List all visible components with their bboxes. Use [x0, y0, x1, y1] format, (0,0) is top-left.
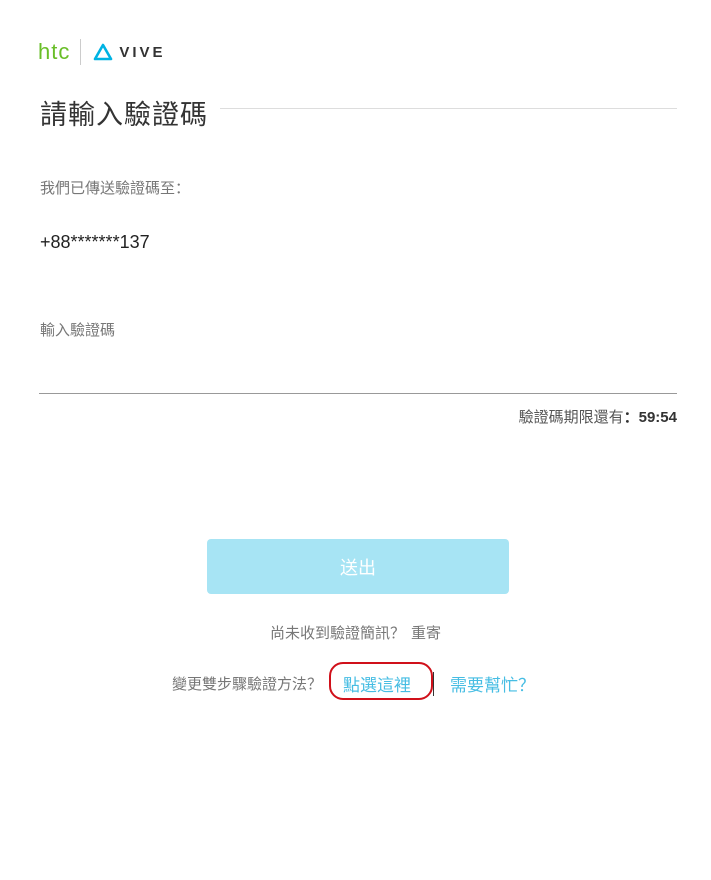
resend-prompt: 尚未收到驗證簡訊？	[269, 624, 405, 642]
htc-logo: htc	[38, 39, 71, 64]
expiry-label: 驗證碼期限還有	[518, 408, 624, 426]
sent-to-label: 我們已傳送驗證碼至：	[40, 179, 191, 197]
verification-code-label: 輸入驗證碼	[40, 321, 116, 339]
resend-row: 尚未收到驗證簡訊？ 重寄	[0, 622, 711, 643]
need-help-link[interactable]: 需要幫忙？	[450, 671, 535, 696]
masked-phone-number: +88*******137	[40, 232, 150, 252]
change-method-prompt: 變更雙步驟驗證方法？	[172, 675, 323, 693]
vive-wordmark: VIVE	[119, 43, 166, 61]
title-divider	[220, 107, 677, 109]
submit-button[interactable]: 送出	[207, 539, 509, 594]
page-title: 請輸入驗證碼	[40, 99, 208, 131]
click-here-link[interactable]: 點選這裡	[343, 671, 411, 696]
verification-code-input[interactable]	[39, 361, 677, 391]
expiry-time: 59:54	[638, 409, 677, 426]
title-row: 請輸入驗證碼	[40, 92, 677, 132]
vive-logo: VIVE	[93, 43, 165, 61]
change-method-row: 變更雙步驟驗證方法？ 點選這裡 需要幫忙？	[0, 662, 711, 700]
resend-link[interactable]: 重寄	[411, 624, 441, 642]
expiry-separator: ：	[623, 409, 639, 426]
vive-triangle-icon	[94, 43, 113, 61]
verification-code-field[interactable]: 輸入驗證碼	[39, 316, 677, 394]
logo-divider	[80, 39, 82, 65]
code-expiry-countdown: 驗證碼期限還有：59:54	[519, 406, 677, 427]
link-separator	[433, 672, 434, 696]
brand-logos: htc VIVE	[38, 38, 166, 66]
